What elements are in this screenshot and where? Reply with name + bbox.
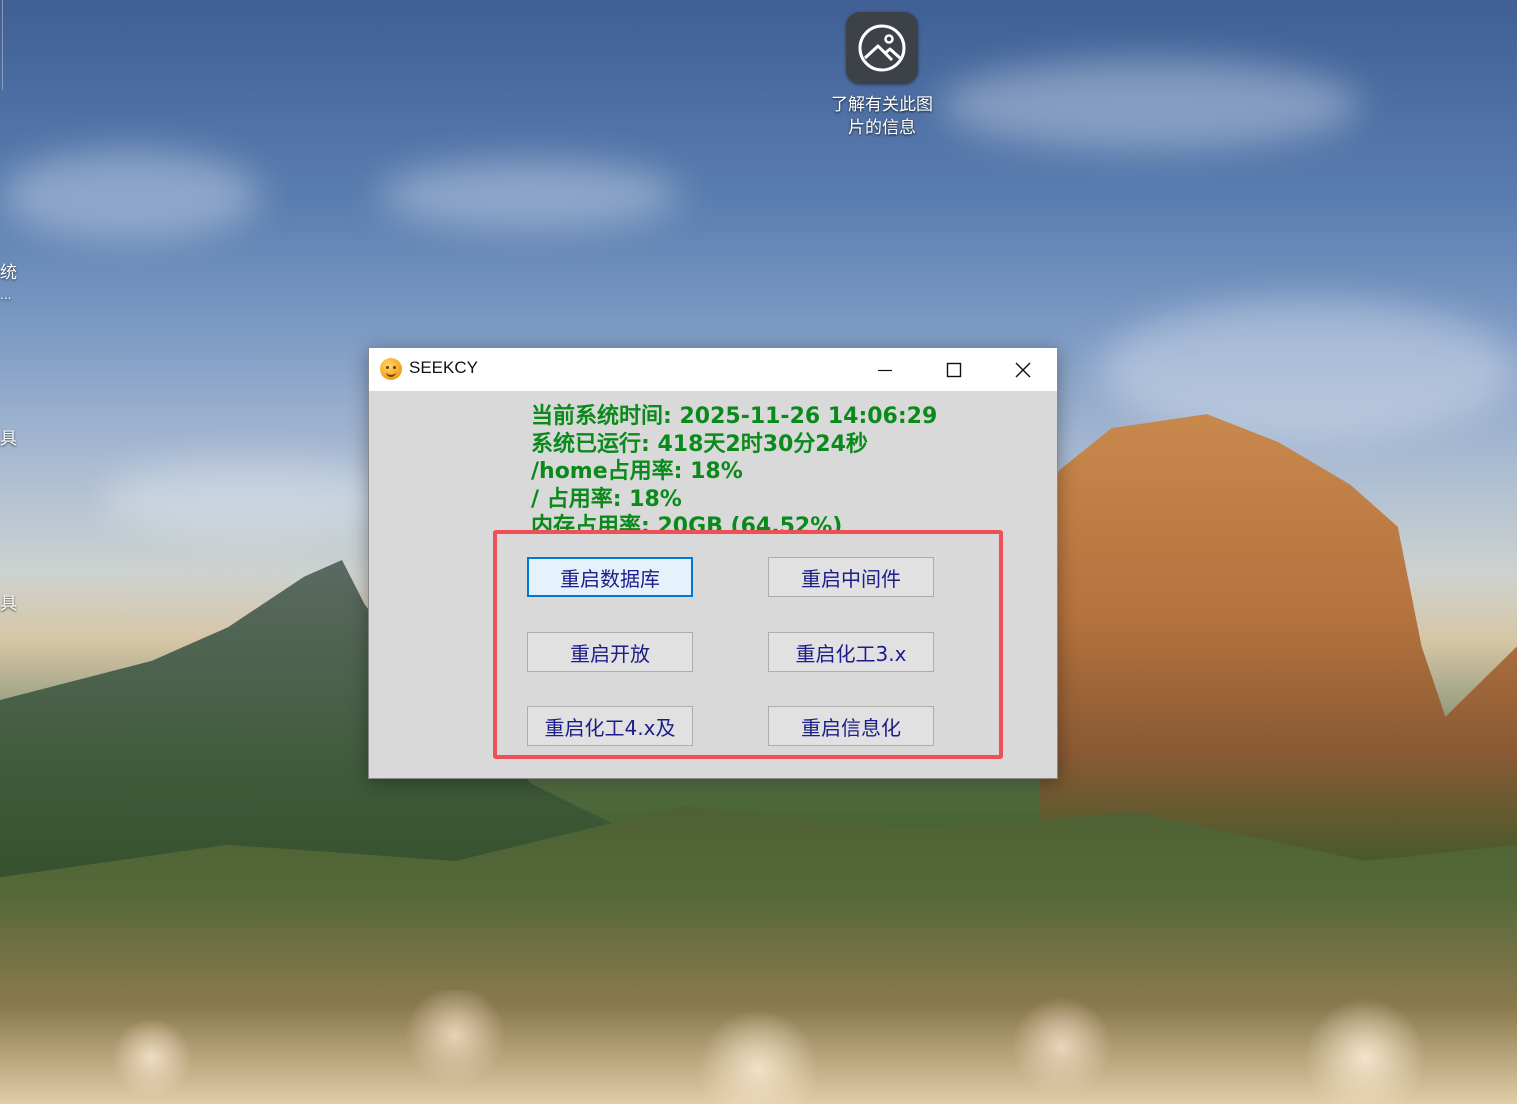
window-title: SEEKCY [409,358,478,377]
desktop-icon-picture-info[interactable]: 了解有关此图 片的信息 [820,12,944,140]
uptime-text: 系统已运行: 418天2时30分24秒 [531,431,868,457]
restart-database-button[interactable]: 重启数据库 [527,557,693,597]
cloud [940,60,1360,150]
window-content: 当前系统时间: 2025-11-26 14:06:29 系统已运行: 418天2… [369,391,1057,778]
desktop-edge-bar [2,0,3,90]
restart-chem3-button[interactable]: 重启化工3.x [768,632,934,672]
cloud [100,460,400,540]
picture-info-icon[interactable] [846,12,918,84]
app-window: SEEKCY 当前系统时间: 2025-11-26 14:06:29 系统已运行… [368,347,1058,779]
desktop-icon-label[interactable]: 具 [0,428,17,450]
maximize-button[interactable] [920,348,988,391]
minimize-button[interactable] [851,348,919,391]
app-smiley-icon [380,358,402,380]
blossoms [0,990,1517,1104]
root-usage-text: / 占用率: 18% [531,486,682,512]
title-bar[interactable]: SEEKCY [369,348,1057,391]
restart-chem4-button[interactable]: 重启化工4.x及 [527,706,693,746]
system-info: 当前系统时间: 2025-11-26 14:06:29 系统已运行: 418天2… [531,403,937,533]
memory-usage-text: 内存占用率: 20GB (64.52%) [531,514,843,533]
image-icon [858,24,906,72]
close-icon [1015,362,1031,377]
desktop-icon-label[interactable]: 统 [0,262,17,284]
system-time-text: 当前系统时间: 2025-11-26 14:06:29 [531,404,938,429]
cloud [0,150,260,240]
cloud [380,160,680,230]
desktop-icon-label[interactable]: 具 [0,593,17,615]
restart-open-button[interactable]: 重启开放 [527,632,693,672]
desktop-icon-label-line1: 了解有关此图 [831,95,933,115]
minimize-icon [878,369,892,371]
maximize-icon [946,362,962,377]
desktop-icon-label: 了解有关此图 片的信息 [820,94,944,140]
restart-middleware-button[interactable]: 重启中间件 [768,557,934,597]
cloud [1100,300,1517,440]
desktop-icon-label-line2: 片的信息 [848,118,916,138]
restart-info-button[interactable]: 重启信息化 [768,706,934,746]
desktop: 统 ... 具 具 了解有关此图 片的信息 SEEKCY 当前系统时间: 202… [0,0,1517,1104]
desktop-icon-label[interactable]: ... [0,284,11,306]
home-usage-text: /home占用率: 18% [531,459,743,484]
close-button[interactable] [989,348,1057,391]
